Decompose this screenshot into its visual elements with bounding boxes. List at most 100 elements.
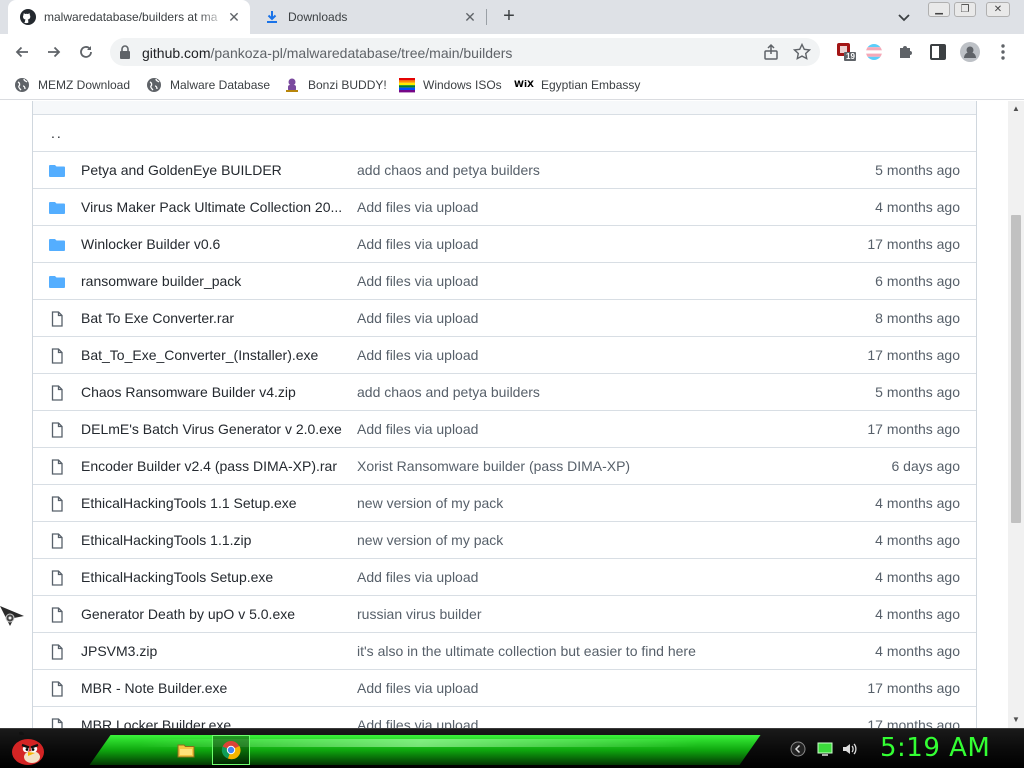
file-row[interactable]: Encoder Builder v2.4 (pass DIMA-XP).rar X… xyxy=(33,447,976,484)
file-row[interactable]: DELmE's Batch Virus Generator v 2.0.exe A… xyxy=(33,410,976,447)
commit-message-link[interactable]: Xorist Ransomware builder (pass DIMA-XP) xyxy=(357,458,777,474)
commit-message-link[interactable]: Add files via upload xyxy=(357,347,777,363)
page-scrollbar[interactable]: ▲ ▼ xyxy=(1008,101,1024,728)
commit-message-link[interactable]: add chaos and petya builders xyxy=(357,384,777,400)
file-name-link[interactable]: Bat_To_Exe_Converter_(Installer).exe xyxy=(81,347,343,363)
commit-message-link[interactable]: Add files via upload xyxy=(357,236,777,252)
maximize-button[interactable]: ❐ xyxy=(954,2,976,17)
file-name-link[interactable]: Virus Maker Pack Ultimate Collection 20.… xyxy=(81,199,343,215)
folder-row[interactable]: ransomware builder_pack Add files via upl… xyxy=(33,262,976,299)
more-menu-icon[interactable] xyxy=(993,42,1013,62)
file-row[interactable]: JPSVM3.zip it's also in the ultimate coll… xyxy=(33,632,976,669)
folder-row[interactable]: Petya and GoldenEye BUILDER add chaos and… xyxy=(33,151,976,188)
tab-search-chevron-icon[interactable] xyxy=(896,9,912,25)
mouse-cursor-icon xyxy=(0,604,26,628)
share-icon[interactable] xyxy=(762,43,780,61)
file-name-link[interactable]: MBR - Note Builder.exe xyxy=(81,680,343,696)
side-panel-icon[interactable] xyxy=(928,42,948,62)
commit-message-link[interactable]: Add files via upload xyxy=(357,717,777,728)
file-name-link[interactable]: ransomware builder_pack xyxy=(81,273,343,289)
commit-message-link[interactable]: Add files via upload xyxy=(357,273,777,289)
file-name-link[interactable]: DELmE's Batch Virus Generator v 2.0.exe xyxy=(81,421,343,437)
back-arrow-icon xyxy=(15,46,28,58)
chrome-icon[interactable] xyxy=(212,735,250,765)
bookmark-star-icon[interactable] xyxy=(793,43,811,61)
window-close-button[interactable]: ✕ xyxy=(986,2,1010,17)
scroll-up-arrow-icon[interactable]: ▲ xyxy=(1008,101,1024,117)
bookmark-malware-database[interactable]: Malware Database xyxy=(146,76,270,94)
commit-age: 5 months ago xyxy=(875,162,960,178)
file-list: .. Petya and GoldenEye BUILDER add chaos … xyxy=(32,101,977,728)
commit-age: 17 months ago xyxy=(867,347,960,363)
forward-button[interactable] xyxy=(42,40,66,64)
commit-age: 17 months ago xyxy=(867,680,960,696)
bookmark-windows-isos[interactable]: Windows ISOs xyxy=(399,76,502,94)
volume-speaker-icon[interactable] xyxy=(841,741,857,757)
file-explorer-icon[interactable] xyxy=(167,735,205,765)
taskbar-clock[interactable]: 5:19 AM xyxy=(880,733,990,763)
file-name-link[interactable]: MBR Locker Builder.exe xyxy=(81,717,343,728)
file-row[interactable]: MBR - Note Builder.exe Add files via uplo… xyxy=(33,669,976,706)
start-button-angry-bird-icon[interactable] xyxy=(6,731,50,767)
reload-button[interactable] xyxy=(74,40,98,64)
commit-message-link[interactable]: Add files via upload xyxy=(357,421,777,437)
file-name-link[interactable]: Encoder Builder v2.4 (pass DIMA-XP).rar xyxy=(81,458,343,474)
url-text[interactable]: github.com/pankoza-pl/malwaredatabase/tr… xyxy=(142,45,512,61)
file-name-link[interactable]: EthicalHackingTools 1.1 Setup.exe xyxy=(81,495,343,511)
parent-directory-row[interactable]: .. xyxy=(33,114,976,151)
commit-message-link[interactable]: add chaos and petya builders xyxy=(357,162,777,178)
file-name-link[interactable]: Winlocker Builder v0.6 xyxy=(81,236,343,252)
file-name-link[interactable]: Bat To Exe Converter.rar xyxy=(81,310,343,326)
file-row[interactable]: EthicalHackingTools Setup.exe Add files v… xyxy=(33,558,976,595)
file-row[interactable]: Bat_To_Exe_Converter_(Installer).exe Add … xyxy=(33,336,976,373)
file-name-link[interactable]: EthicalHackingTools Setup.exe xyxy=(81,569,343,585)
address-bar[interactable]: github.com/pankoza-pl/malwaredatabase/tr… xyxy=(110,38,820,66)
page-content: .. Petya and GoldenEye BUILDER add chaos … xyxy=(0,101,1008,728)
file-row[interactable]: MBR Locker Builder.exe Add files via uplo… xyxy=(33,706,976,728)
file-row[interactable]: Bat To Exe Converter.rar Add files via up… xyxy=(33,299,976,336)
trans-flag-extension-icon[interactable] xyxy=(864,42,884,62)
file-name-link[interactable]: Generator Death by upO v 5.0.exe xyxy=(81,606,343,622)
back-button[interactable] xyxy=(10,40,34,64)
minimize-button[interactable]: ▁ xyxy=(928,2,950,17)
commit-message-link[interactable]: new version of my pack xyxy=(357,532,777,548)
close-tab-icon[interactable]: ✕ xyxy=(462,9,478,25)
commit-age: 4 months ago xyxy=(875,643,960,659)
profile-avatar-icon[interactable] xyxy=(960,42,980,62)
extensions-puzzle-icon[interactable] xyxy=(896,42,916,62)
file-name-link[interactable]: EthicalHackingTools 1.1.zip xyxy=(81,532,343,548)
folder-row[interactable]: Virus Maker Pack Ultimate Collection 20.… xyxy=(33,188,976,225)
bookmark-label: Bonzi BUDDY! xyxy=(308,78,387,92)
file-icon xyxy=(49,311,65,327)
parent-directory-link[interactable]: .. xyxy=(51,125,313,141)
close-tab-icon[interactable]: ✕ xyxy=(226,9,242,25)
bookmark-egyptian-embassy[interactable]: WiX Egyptian Embassy xyxy=(514,76,640,94)
file-name-link[interactable]: JPSVM3.zip xyxy=(81,643,343,659)
forward-arrow-icon xyxy=(48,46,61,58)
file-name-link[interactable]: Petya and GoldenEye BUILDER xyxy=(81,162,343,178)
scrollbar-thumb[interactable] xyxy=(1011,215,1021,523)
commit-message-link[interactable]: new version of my pack xyxy=(357,495,777,511)
file-row[interactable]: Generator Death by upO v 5.0.exe russian … xyxy=(33,595,976,632)
folder-row[interactable]: Winlocker Builder v0.6 Add files via uplo… xyxy=(33,225,976,262)
bookmark-bonzi-buddy[interactable]: Bonzi BUDDY! xyxy=(284,76,387,94)
scroll-down-arrow-icon[interactable]: ▼ xyxy=(1008,712,1024,728)
commit-message-link[interactable]: russian virus builder xyxy=(357,606,777,622)
file-row[interactable]: EthicalHackingTools 1.1 Setup.exe new ver… xyxy=(33,484,976,521)
new-tab-button[interactable]: + xyxy=(498,5,520,27)
file-row[interactable]: Chaos Ransomware Builder v4.zip add chaos… xyxy=(33,373,976,410)
tray-chevron-icon[interactable] xyxy=(790,741,806,757)
commit-message-link[interactable]: Add files via upload xyxy=(357,199,777,215)
tab-downloads[interactable]: Downloads ✕ xyxy=(252,0,486,34)
commit-message-link[interactable]: Add files via upload xyxy=(357,569,777,585)
file-name-link[interactable]: Chaos Ransomware Builder v4.zip xyxy=(81,384,343,400)
bookmark-memz-download[interactable]: MEMZ Download xyxy=(14,76,130,94)
commit-message-link[interactable]: Add files via upload xyxy=(357,310,777,326)
file-icon xyxy=(49,533,65,549)
commit-message-link[interactable]: Add files via upload xyxy=(357,680,777,696)
network-monitor-icon[interactable] xyxy=(817,741,833,757)
extension-badge-icon[interactable]: 19 xyxy=(836,42,856,62)
commit-message-link[interactable]: it's also in the ultimate collection but… xyxy=(357,643,777,659)
file-row[interactable]: EthicalHackingTools 1.1.zip new version o… xyxy=(33,521,976,558)
tab-github[interactable]: malwaredatabase/builders at ma ✕ xyxy=(8,0,250,34)
